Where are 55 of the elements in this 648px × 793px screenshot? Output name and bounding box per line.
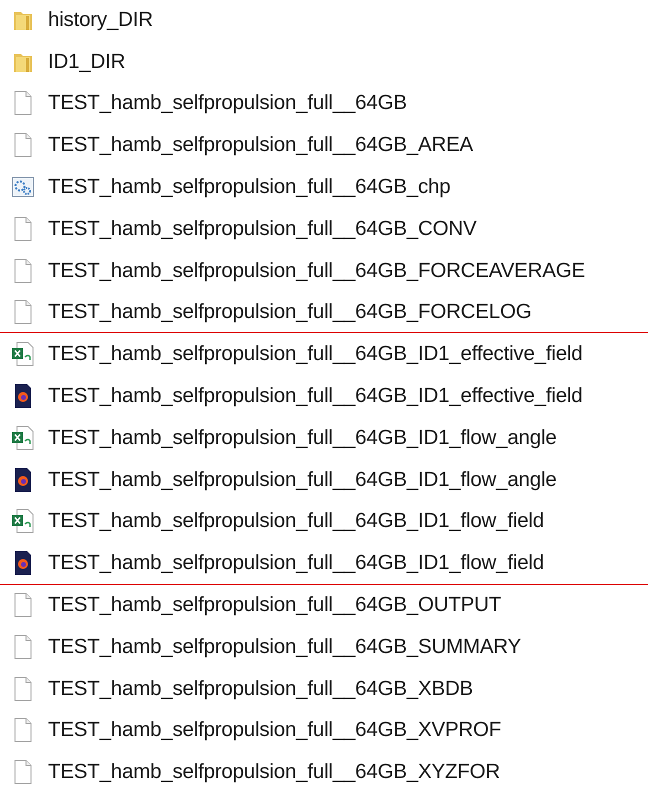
- document-icon: [12, 592, 34, 618]
- file-list-item[interactable]: TEST_hamb_selfpropulsion_full__64GB_chp: [0, 166, 648, 208]
- file-list-item[interactable]: TEST_hamb_selfpropulsion_full__64GB_ID1_effective_field: [0, 375, 648, 417]
- document-icon: [12, 717, 34, 744]
- file-name: ID1_DIR: [48, 50, 126, 74]
- file-name: TEST_hamb_selfpropulsion_full__64GB_ID1_flow_angle: [48, 468, 557, 492]
- file-list-item[interactable]: TEST_hamb_selfpropulsion_full__64GB_FORCELOG: [0, 292, 648, 334]
- file-list-item[interactable]: TEST_hamb_selfpropulsion_full__64GB_XVPROF: [0, 710, 648, 752]
- file-list-item[interactable]: TEST_hamb_selfpropulsion_full__64GB_XBDB: [0, 668, 648, 710]
- file-list-item[interactable]: TEST_hamb_selfpropulsion_full__64GB_ID1_effective_field: [0, 333, 648, 376]
- file-list-item[interactable]: history_DIR: [0, 0, 648, 41]
- file-name: TEST_hamb_selfpropulsion_full__64GB_XYZFOR: [48, 760, 500, 784]
- document-icon: [12, 759, 34, 786]
- file-name: history_DIR: [48, 8, 153, 32]
- file-name: TEST_hamb_selfpropulsion_full__64GB_XBDB: [48, 676, 474, 701]
- spreadsheet-icon: [11, 341, 35, 368]
- file-list-item[interactable]: TEST_hamb_selfpropulsion_full__64GB_FORCEAVERAGE: [0, 250, 648, 292]
- file-name: TEST_hamb_selfpropulsion_full__64GB_ID1_flow_field: [48, 551, 544, 576]
- document-icon: [12, 676, 34, 702]
- document-icon: [12, 634, 34, 660]
- file-list-item[interactable]: TEST_hamb_selfpropulsion_full__64GB_OUTPUT: [0, 584, 648, 626]
- file-name: TEST_hamb_selfpropulsion_full__64GB_ID1_effective_field: [48, 342, 582, 366]
- file-list-item[interactable]: TEST_hamb_selfpropulsion_full__64GB_XYZFOR: [0, 751, 648, 793]
- file-list-item[interactable]: TEST_hamb_selfpropulsion_full__64GB_ID1_flow_angle: [0, 416, 648, 459]
- document-icon: [12, 299, 34, 326]
- gear-window-icon: [11, 175, 35, 200]
- file-name: TEST_hamb_selfpropulsion_full__64GB_FORCELOG: [48, 300, 532, 324]
- file-list-item[interactable]: ID1_DIR: [0, 40, 648, 83]
- file-name: TEST_hamb_selfpropulsion_full__64GB_chp: [48, 175, 450, 200]
- file-list-item[interactable]: TEST_hamb_selfpropulsion_full__64GB_SUMMARY: [0, 626, 648, 668]
- file-name: TEST_hamb_selfpropulsion_full__64GB_CONV: [48, 216, 476, 241]
- file-name: TEST_hamb_selfpropulsion_full__64GB_OUTPUT: [48, 593, 502, 618]
- file-name: TEST_hamb_selfpropulsion_full__64GB_XVPROF: [48, 718, 502, 742]
- fox-globe-icon: [14, 550, 32, 576]
- file-list-item[interactable]: TEST_hamb_selfpropulsion_full__64GB: [0, 82, 648, 124]
- file-list-item[interactable]: TEST_hamb_selfpropulsion_full__64GB_CONV: [0, 208, 648, 250]
- spreadsheet-icon: [11, 508, 35, 534]
- file-list-item[interactable]: TEST_hamb_selfpropulsion_full__64GB_AREA: [0, 124, 648, 166]
- file-name: TEST_hamb_selfpropulsion_full__64GB_FORCEAVERAGE: [48, 258, 585, 283]
- file-name: TEST_hamb_selfpropulsion_full__64GB_SUMMARY: [48, 634, 522, 659]
- fox-globe-icon: [14, 466, 32, 493]
- file-list-item[interactable]: TEST_hamb_selfpropulsion_full__64GB_ID1_flow_angle: [0, 458, 648, 501]
- document-icon: [12, 132, 34, 158]
- file-name: TEST_hamb_selfpropulsion_full__64GB_ID1_effective_field: [48, 384, 582, 408]
- file-list-item[interactable]: TEST_hamb_selfpropulsion_full__64GB_ID1_flow_field: [0, 500, 648, 542]
- document-icon: [12, 90, 34, 116]
- fox-globe-icon: [14, 383, 32, 410]
- spreadsheet-icon: [11, 424, 35, 451]
- file-name: TEST_hamb_selfpropulsion_full__64GB_ID1_flow_field: [48, 509, 544, 534]
- file-name: TEST_hamb_selfpropulsion_full__64GB: [48, 91, 407, 116]
- file-name: TEST_hamb_selfpropulsion_full__64GB_AREA: [48, 133, 474, 158]
- document-icon: [12, 258, 34, 284]
- file-list-item[interactable]: TEST_hamb_selfpropulsion_full__64GB_ID1_flow_field: [0, 542, 648, 584]
- document-icon: [12, 216, 34, 242]
- file-name: TEST_hamb_selfpropulsion_full__64GB_ID1_flow_angle: [48, 426, 557, 450]
